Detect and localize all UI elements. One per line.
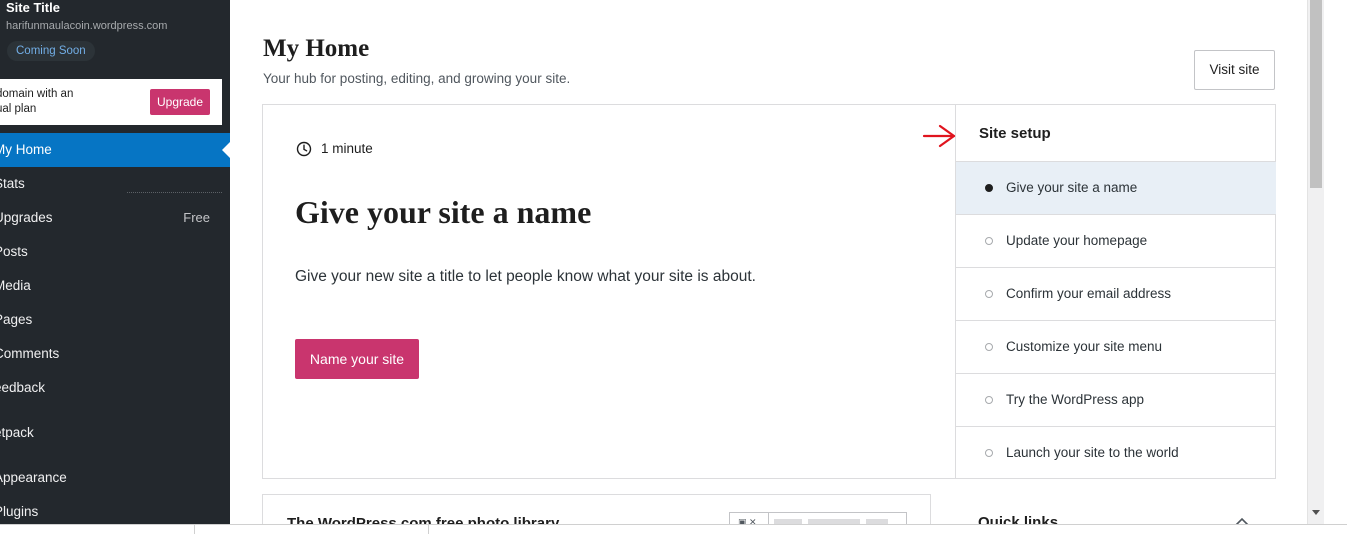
- sidebar-item-pages[interactable]: Pages: [0, 303, 230, 337]
- active-bullet-icon: [985, 184, 993, 192]
- checklist-item-wordpress-app[interactable]: Try the WordPress app: [956, 374, 1276, 427]
- checklist-item-label: Update your homepage: [1006, 233, 1148, 248]
- checklist-item-label: Confirm your email address: [1006, 286, 1172, 301]
- checklist-header: Site setup: [956, 105, 1276, 162]
- red-arrow-icon: [922, 124, 956, 148]
- name-your-site-button[interactable]: Name your site: [295, 339, 419, 379]
- task-time-estimate: 1 minute: [321, 141, 373, 156]
- sidebar-item-label: Media: [0, 278, 31, 293]
- checklist-title: Site setup: [979, 125, 1051, 142]
- checklist-item-update-homepage[interactable]: Update your homepage: [956, 215, 1276, 268]
- sidebar-item-label: Appearance: [0, 470, 67, 485]
- sidebar-item-label: Pages: [0, 312, 33, 327]
- sidebar-item-appearance[interactable]: Appearance: [0, 461, 230, 495]
- upgrade-banner[interactable]: domain with an ual plan Upgrade: [0, 79, 222, 125]
- site-setup-card: 1 minute Give your site a name Give your…: [262, 104, 1276, 479]
- sidebar-item-plugins[interactable]: Plugins: [0, 495, 230, 524]
- site-url[interactable]: harifunmaulacoin.wordpress.com: [6, 20, 167, 32]
- page-subtitle: Your hub for posting, editing, and growi…: [263, 71, 571, 86]
- site-setup-checklist: Site setup Give your site a name Update …: [955, 105, 1276, 480]
- plan-badge: Free: [183, 210, 210, 225]
- scrollbar-thumb[interactable]: [1310, 0, 1322, 188]
- sidebar: Site Title harifunmaulacoin.wordpress.co…: [0, 0, 230, 524]
- sidebar-item-label: eedback: [0, 380, 46, 395]
- visit-site-button[interactable]: Visit site: [1194, 50, 1275, 90]
- sidebar-item-my-home[interactable]: My Home: [0, 133, 230, 167]
- sidebar-item-posts[interactable]: Posts: [0, 235, 230, 269]
- checklist-item-confirm-email[interactable]: Confirm your email address: [956, 268, 1276, 321]
- bullet-icon: [985, 396, 993, 404]
- checklist-item-give-name[interactable]: Give your site a name: [956, 162, 1276, 215]
- upgrade-text-line1: domain with an: [0, 88, 74, 100]
- vertical-scrollbar[interactable]: [1307, 0, 1324, 524]
- checklist-item-label: Customize your site menu: [1006, 339, 1163, 354]
- bullet-icon: [985, 449, 993, 457]
- upgrade-text-line2: ual plan: [0, 103, 37, 115]
- checklist-item-label: Try the WordPress app: [1006, 392, 1145, 407]
- scroll-down-arrow-icon[interactable]: [1312, 510, 1320, 515]
- sidebar-item-label: Plugins: [0, 504, 39, 519]
- sidebar-item-label: Upgrades: [0, 210, 53, 225]
- sidebar-item-feedback[interactable]: eedback: [0, 371, 230, 405]
- checklist-item-launch-site[interactable]: Launch your site to the world: [956, 427, 1276, 480]
- sidebar-item-jetpack[interactable]: etpack: [0, 416, 230, 450]
- checklist-item-label: Give your site a name: [1006, 180, 1138, 195]
- clock-icon: [296, 141, 312, 157]
- sidebar-item-label: My Home: [0, 142, 52, 157]
- task-panel: 1 minute Give your site a name Give your…: [263, 105, 955, 478]
- sidebar-item-label: Comments: [0, 346, 60, 361]
- sidebar-item-label: Stats: [0, 176, 25, 191]
- sidebar-item-label: Posts: [0, 244, 28, 259]
- bullet-icon: [985, 237, 993, 245]
- checklist-item-customize-menu[interactable]: Customize your site menu: [956, 321, 1276, 374]
- task-description: Give your new site a title to let people…: [295, 268, 756, 285]
- task-title: Give your site a name: [295, 194, 592, 230]
- sidebar-item-upgrades[interactable]: Upgrades Free: [0, 201, 230, 235]
- sidebar-item-stats[interactable]: Stats: [0, 167, 230, 201]
- status-badge: Coming Soon: [7, 41, 95, 61]
- sidebar-divider: [127, 192, 222, 193]
- site-title[interactable]: Site Title: [6, 0, 60, 15]
- window-bottom-edge: [0, 524, 1347, 534]
- page-title: My Home: [263, 35, 370, 62]
- sidebar-item-label: etpack: [0, 425, 34, 440]
- upgrade-button[interactable]: Upgrade: [150, 89, 210, 115]
- bullet-icon: [985, 290, 993, 298]
- upgrade-banner-text: domain with an ual plan: [0, 87, 136, 117]
- sidebar-item-media[interactable]: Media: [0, 269, 230, 303]
- bullet-icon: [985, 343, 993, 351]
- sidebar-item-comments[interactable]: Comments: [0, 337, 230, 371]
- checklist-item-label: Launch your site to the world: [1006, 445, 1179, 460]
